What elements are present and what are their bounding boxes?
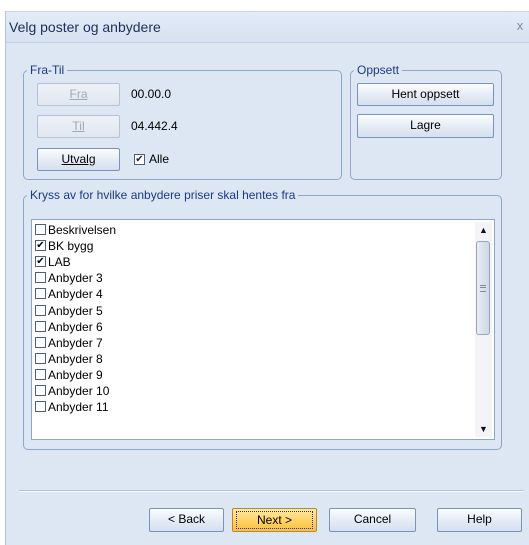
utvalg-button-label: Utvalg <box>61 152 96 166</box>
item-label: BK bygg <box>48 239 94 254</box>
item-checkbox[interactable] <box>35 336 46 348</box>
item-checkbox[interactable] <box>35 385 46 396</box>
bidder-list[interactable]: Beskrivelsen ✔ BK bygg ✔ LAB Anbyder 3 Anbyder… <box>31 219 495 440</box>
oppsett-legend: Oppsett <box>357 63 400 77</box>
item-label: Anbyder 9 <box>48 367 103 382</box>
list-item[interactable]: Anbyder 8 <box>35 351 465 367</box>
list-item[interactable]: Anbyder 3 <box>35 270 465 286</box>
fra-value: 00.00.0 <box>131 87 172 101</box>
scroll-thumb[interactable] <box>476 241 490 335</box>
back-button[interactable]: < Back <box>149 508 224 532</box>
list-item[interactable]: Anbyder 9 <box>35 367 465 383</box>
item-checkbox[interactable] <box>35 401 46 413</box>
list-item[interactable]: Anbyder 10 <box>35 383 465 399</box>
fra-til-legend: Fra-Til <box>30 63 65 77</box>
window-title: Velg poster og anbydere <box>9 19 161 35</box>
title-bar: Velg poster og anbydere x <box>6 12 529 43</box>
hent-oppsett-label: Hent oppsett <box>391 87 460 101</box>
item-label: Anbyder 10 <box>48 384 110 398</box>
next-label: Next > <box>236 511 313 529</box>
item-checkbox[interactable]: ✔ <box>35 240 46 252</box>
item-label: Anbyder 7 <box>48 335 103 350</box>
item-checkbox[interactable] <box>35 224 46 235</box>
item-checkbox[interactable] <box>35 352 46 364</box>
hent-oppsett-button[interactable]: Hent oppsett <box>357 83 494 106</box>
list-scrollbar[interactable]: ▲ ▼ <box>475 222 492 437</box>
utvalg-button[interactable]: Utvalg <box>37 148 120 171</box>
list-item[interactable]: ✔ BK bygg <box>35 238 465 254</box>
til-button-label: Til <box>72 119 85 133</box>
item-label: LAB <box>48 255 71 270</box>
lagre-label: Lagre <box>410 118 441 132</box>
close-icon[interactable]: x <box>513 19 527 33</box>
item-label: Beskrivelsen <box>48 223 117 237</box>
item-checkbox[interactable] <box>35 368 46 380</box>
item-label: Anbyder 6 <box>48 319 103 334</box>
cancel-button[interactable]: Cancel <box>329 508 416 532</box>
back-label: < Back <box>167 512 206 526</box>
lagre-button[interactable]: Lagre <box>357 114 494 138</box>
scroll-up-icon[interactable]: ▲ <box>475 222 492 238</box>
til-button[interactable]: Til <box>37 115 120 138</box>
item-checkbox[interactable] <box>35 320 46 332</box>
help-button[interactable]: Help <box>437 508 522 532</box>
fra-button-label: Fra <box>69 87 88 101</box>
list-item[interactable]: Beskrivelsen <box>35 222 465 238</box>
footer-separator <box>19 490 524 492</box>
item-checkbox[interactable] <box>35 288 46 300</box>
list-item[interactable]: ✔ LAB <box>35 254 465 270</box>
item-checkbox[interactable]: ✔ <box>35 256 46 268</box>
next-button[interactable]: Next > <box>232 508 317 532</box>
grip-icon <box>480 285 486 292</box>
alle-checkbox[interactable]: ✔ <box>134 154 145 165</box>
bidders-legend: Kryss av for hvilke anbydere priser skal… <box>30 188 296 202</box>
list-item[interactable]: Anbyder 7 <box>35 335 465 351</box>
item-label: Anbyder 3 <box>48 271 103 286</box>
alle-label: Alle <box>149 152 170 166</box>
help-label: Help <box>467 512 492 526</box>
cancel-label: Cancel <box>353 512 392 526</box>
list-item[interactable]: Anbyder 4 <box>35 286 465 302</box>
item-checkbox[interactable] <box>35 272 46 284</box>
list-item[interactable]: Anbyder 6 <box>35 319 465 335</box>
item-label: Anbyder 4 <box>48 287 103 302</box>
list-item[interactable]: Anbyder 11 <box>35 399 465 415</box>
scroll-down-icon[interactable]: ▼ <box>475 421 492 437</box>
list-item[interactable]: Anbyder 5 <box>35 303 465 319</box>
til-value: 04.442.4 <box>131 119 178 133</box>
item-label: Anbyder 11 <box>48 400 109 415</box>
item-checkbox[interactable] <box>35 304 46 316</box>
item-label: Anbyder 5 <box>48 303 103 318</box>
fra-button[interactable]: Fra <box>37 83 120 106</box>
item-label: Anbyder 8 <box>48 351 103 366</box>
